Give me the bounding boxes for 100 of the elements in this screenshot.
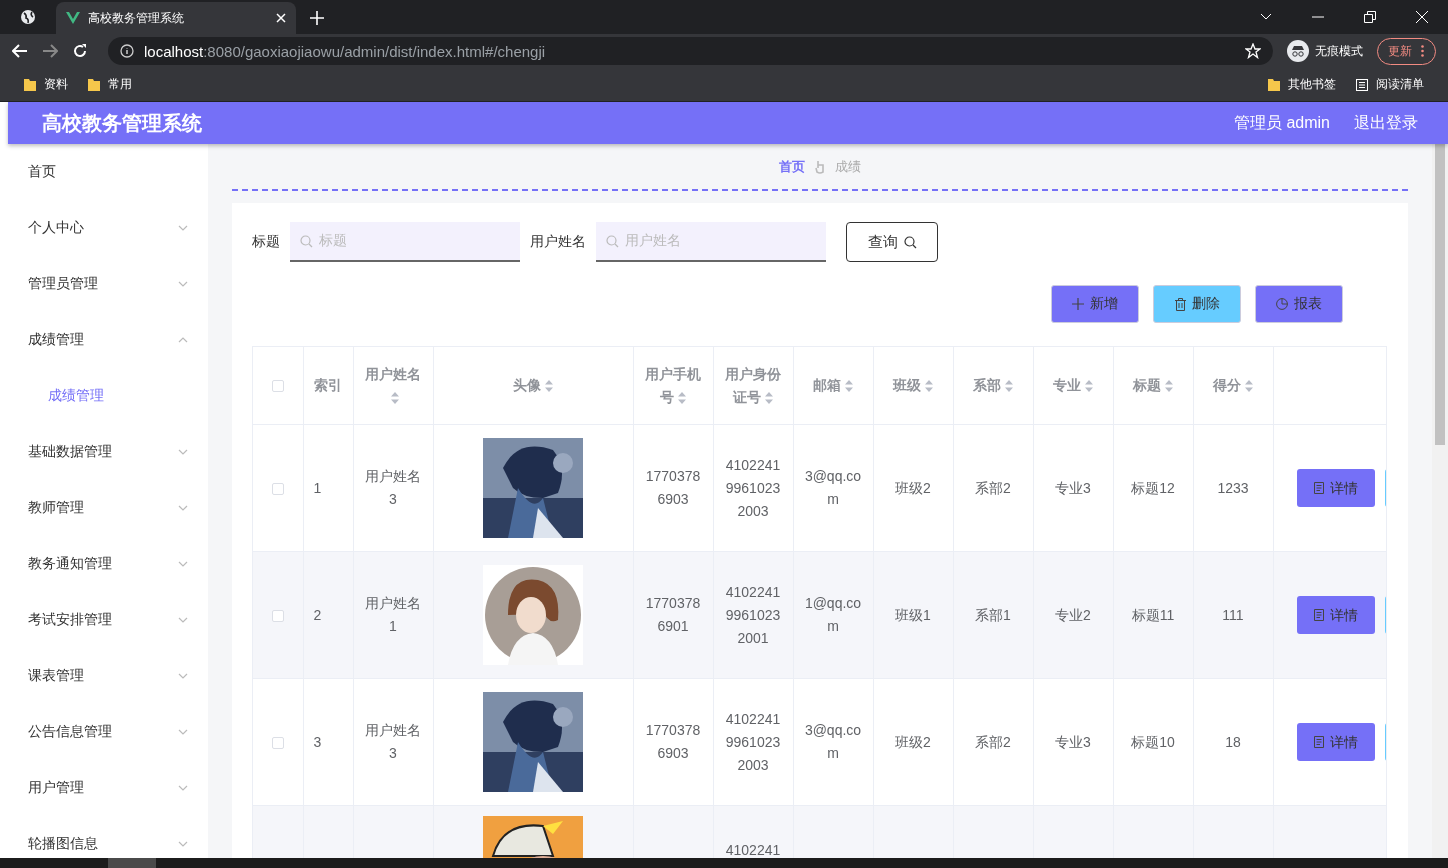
chevron-icon	[178, 225, 188, 231]
table-cell: 系部2	[975, 479, 1011, 496]
menu-item[interactable]: 管理员管理	[8, 256, 208, 312]
table-cell: 班级1	[895, 606, 931, 623]
menu-item[interactable]: 成绩管理	[8, 312, 208, 368]
scrollbar-thumb[interactable]	[1435, 144, 1445, 445]
column-header[interactable]: 索引	[314, 374, 342, 397]
sort-icon[interactable]	[1005, 380, 1013, 393]
submenu-item[interactable]: 成绩管理	[8, 368, 208, 424]
star-icon[interactable]	[1245, 43, 1261, 59]
table-cell: 17703786903	[645, 468, 701, 507]
table-cell: 标题11	[1131, 606, 1175, 623]
restore-icon[interactable]	[1364, 11, 1376, 23]
table-cell: 系部2	[975, 733, 1011, 750]
sort-icon[interactable]	[545, 380, 553, 393]
column-header[interactable]: 头像	[513, 374, 553, 397]
chevron-icon	[178, 785, 188, 791]
menu-item[interactable]: 基础数据管理	[8, 424, 208, 480]
table-cell: 1@qq.com	[804, 595, 862, 634]
document-icon	[1313, 736, 1324, 748]
detail-button[interactable]: 详情	[1296, 723, 1375, 761]
menu-item[interactable]: 首页	[8, 144, 208, 200]
delete-button[interactable]: 删除	[1153, 285, 1241, 323]
back-icon[interactable]	[12, 44, 28, 58]
address-bar[interactable]: localhost:8080/gaoxiaojiaowu/admin/dist/index.html#/chengji	[108, 37, 1273, 65]
table-cell: 1233	[1217, 479, 1249, 496]
menu-item[interactable]: 用户管理	[8, 760, 208, 816]
column-header[interactable]: 得分	[1213, 374, 1253, 397]
minimize-icon[interactable]	[1312, 16, 1324, 18]
column-header[interactable]: 班级	[893, 374, 933, 397]
chevron-icon	[178, 281, 188, 287]
sort-icon[interactable]	[765, 391, 773, 404]
bookmark[interactable]: 其他书签	[1288, 76, 1336, 93]
menu-item[interactable]: 课表管理	[8, 648, 208, 704]
table-cell: 班级2	[895, 733, 931, 750]
breadcrumb-item[interactable]: 成绩	[835, 157, 861, 176]
more-icon	[1420, 45, 1425, 57]
table-cell: 410224199610232003	[725, 710, 781, 773]
table-cell: 专业3	[1055, 733, 1091, 750]
incognito-label: 无痕模式	[1315, 42, 1363, 60]
bookmark[interactable]: 资料	[44, 76, 68, 93]
sort-icon[interactable]	[678, 391, 686, 404]
checkbox[interactable]	[271, 609, 284, 622]
close-icon[interactable]	[276, 13, 286, 23]
sort-icon[interactable]	[845, 380, 853, 393]
hand-icon	[815, 159, 825, 174]
table-cell: 标题10	[1131, 733, 1175, 750]
column-header[interactable]: 用户手机号	[643, 362, 703, 409]
menu-item[interactable]: 教师管理	[8, 480, 208, 536]
sort-icon[interactable]	[1085, 380, 1093, 393]
table-cell: 18	[1225, 733, 1241, 750]
table-cell: 专业2	[1055, 606, 1091, 623]
close-icon[interactable]	[1416, 11, 1428, 23]
detail-button[interactable]: 详情	[1296, 469, 1375, 507]
detail-button[interactable]: 详情	[1296, 596, 1375, 634]
user-label[interactable]: 管理员 admin	[1233, 112, 1330, 134]
checkbox[interactable]	[271, 736, 284, 749]
forward-icon[interactable]	[42, 44, 58, 58]
table-cell: 410224199610232001	[725, 583, 781, 646]
query-button[interactable]: 查询	[846, 222, 938, 262]
column-header[interactable]: 用户姓名	[363, 362, 423, 409]
sort-icon[interactable]	[925, 380, 933, 393]
column-header[interactable]: 系部	[973, 374, 1013, 397]
globe-icon[interactable]	[20, 9, 36, 25]
sort-icon[interactable]	[391, 391, 399, 404]
sort-icon[interactable]	[1165, 380, 1173, 393]
bookmark[interactable]: 阅读清单	[1376, 76, 1424, 93]
checkbox[interactable]	[271, 380, 284, 393]
logout-link[interactable]: 退出登录	[1354, 112, 1418, 134]
reload-icon[interactable]	[72, 43, 88, 59]
column-header[interactable]: 用户身份证号	[723, 362, 783, 409]
menu-item[interactable]: 考试安排管理	[8, 592, 208, 648]
report-button[interactable]: 报表	[1255, 285, 1343, 323]
column-header[interactable]: 专业	[1053, 374, 1093, 397]
add-button[interactable]: 新增	[1051, 285, 1139, 323]
search-icon	[903, 235, 917, 249]
sort-icon[interactable]	[1245, 380, 1253, 393]
checkbox[interactable]	[271, 482, 284, 495]
table-cell: 410224199610232003	[725, 456, 781, 519]
menu-item[interactable]: 个人中心	[8, 200, 208, 256]
bookmark[interactable]: 常用	[108, 76, 132, 93]
new-tab-icon[interactable]	[310, 11, 324, 25]
v-logo-icon	[66, 12, 80, 24]
app-title: 高校教务管理系统	[42, 110, 202, 136]
menu-item[interactable]: 教务通知管理	[8, 536, 208, 592]
chevron-icon	[178, 729, 188, 735]
table-cell: 17703786903	[645, 722, 701, 761]
column-header[interactable]: 邮箱	[813, 374, 853, 397]
column-header[interactable]: 标题	[1133, 374, 1173, 397]
folder-icon	[88, 77, 100, 92]
pie-chart-icon	[1276, 298, 1288, 310]
incognito-icon	[1287, 40, 1309, 62]
table-cell: 3@qq.com	[804, 722, 862, 761]
menu-item[interactable]: 轮播图信息	[8, 816, 208, 858]
menu-item[interactable]: 公告信息管理	[8, 704, 208, 760]
dropdown-icon[interactable]	[1260, 13, 1272, 21]
field-label: 用户姓名	[530, 233, 586, 251]
breadcrumb-item[interactable]: 首页	[779, 157, 805, 176]
chevron-icon	[178, 561, 188, 567]
table-cell: 标题12	[1131, 479, 1175, 496]
